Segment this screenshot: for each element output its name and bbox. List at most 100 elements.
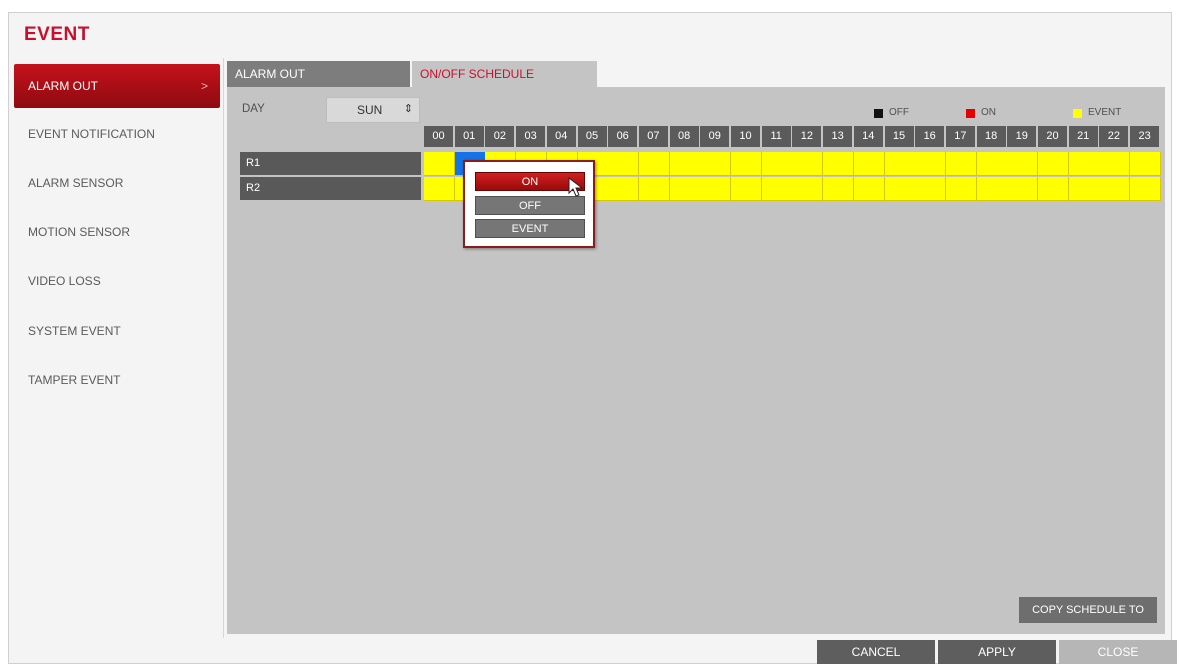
hour-label-18: 18 <box>976 126 1006 147</box>
schedule-cell[interactable] <box>945 177 977 201</box>
schedule-cell[interactable] <box>976 177 1008 201</box>
hour-label-20: 20 <box>1038 126 1067 147</box>
legend-on-swatch <box>966 109 975 118</box>
schedule-cell[interactable] <box>424 152 455 176</box>
schedule-cell[interactable] <box>1068 152 1100 176</box>
close-button[interactable]: CLOSE <box>1059 640 1177 664</box>
schedule-cell[interactable] <box>638 152 670 176</box>
sidebar-item-label: SYSTEM EVENT <box>28 324 121 338</box>
schedule-cell[interactable] <box>669 177 701 201</box>
schedule-cell[interactable] <box>1099 177 1131 201</box>
legend-off-swatch <box>874 109 883 118</box>
schedule-cell[interactable] <box>608 177 640 201</box>
sidebar-item-label: MOTION SENSOR <box>28 225 131 239</box>
day-select[interactable]: SUN ⇕ <box>326 97 420 123</box>
hour-label-15: 15 <box>884 126 914 147</box>
day-label: DAY <box>242 103 265 115</box>
schedule-cell[interactable] <box>731 152 762 176</box>
tab-on-off-schedule[interactable]: ON/OFF SCHEDULE <box>412 61 597 87</box>
schedule-cell[interactable] <box>761 152 793 176</box>
hour-label-05: 05 <box>577 126 607 147</box>
schedule-cell[interactable] <box>976 152 1008 176</box>
schedule-cell[interactable] <box>761 177 793 201</box>
cancel-button[interactable]: CANCEL <box>817 640 935 664</box>
sidebar-item-system-event[interactable]: SYSTEM EVENT <box>14 309 220 353</box>
page-title: EVENT <box>24 24 90 45</box>
schedule-cell[interactable] <box>823 152 855 176</box>
hour-label-09: 09 <box>700 126 730 147</box>
sidebar-item-label: ALARM OUT <box>28 79 99 93</box>
hour-label-12: 12 <box>792 126 822 147</box>
hour-label-01: 01 <box>454 126 484 147</box>
schedule-cell[interactable] <box>700 152 732 176</box>
mouse-cursor-icon <box>568 177 584 197</box>
hour-label-04: 04 <box>546 126 576 147</box>
hour-label-17: 17 <box>945 126 975 147</box>
schedule-cell[interactable] <box>792 177 824 201</box>
sidebar-item-event-notification[interactable]: EVENT NOTIFICATION <box>14 112 220 156</box>
schedule-cell[interactable] <box>823 177 855 201</box>
hour-label-08: 08 <box>669 126 699 147</box>
legend-event-label: EVENT <box>1088 107 1122 118</box>
schedule-cell[interactable] <box>853 152 885 176</box>
schedule-cell[interactable] <box>638 177 670 201</box>
hour-label-23: 23 <box>1130 126 1160 147</box>
legend-off-label: OFF <box>889 107 909 118</box>
hour-label-21: 21 <box>1068 126 1098 147</box>
hour-label-16: 16 <box>915 126 945 147</box>
sidebar-divider <box>223 58 224 638</box>
schedule-cell[interactable] <box>884 177 916 201</box>
schedule-cell[interactable] <box>1130 177 1162 201</box>
mode-popup: ON OFF EVENT <box>463 160 595 248</box>
sidebar-item-video-loss[interactable]: VIDEO LOSS <box>14 259 220 303</box>
schedule-cell[interactable] <box>1038 177 1069 201</box>
schedule-cell[interactable] <box>915 152 947 176</box>
sidebar-item-tamper-event[interactable]: TAMPER EVENT <box>14 358 220 402</box>
schedule-cell[interactable] <box>608 152 640 176</box>
hour-label-14: 14 <box>853 126 883 147</box>
schedule-cell[interactable] <box>945 152 977 176</box>
legend-on-label: ON <box>981 107 996 118</box>
sidebar-item-alarm-out[interactable]: ALARM OUT > <box>14 64 220 108</box>
hour-label-19: 19 <box>1007 126 1037 147</box>
sidebar-item-label: EVENT NOTIFICATION <box>28 127 155 141</box>
schedule-cell[interactable] <box>915 177 947 201</box>
hour-label-02: 02 <box>485 126 515 147</box>
schedule-cell[interactable] <box>1007 177 1039 201</box>
schedule-cell[interactable] <box>1038 152 1069 176</box>
hour-label-11: 11 <box>761 126 791 147</box>
schedule-cell[interactable] <box>669 152 701 176</box>
row-label-r1: R1 <box>240 152 421 175</box>
schedule-cell[interactable] <box>853 177 885 201</box>
apply-button[interactable]: APPLY <box>938 640 1056 664</box>
up-down-arrow-icon: ⇕ <box>403 103 413 115</box>
schedule-cell[interactable] <box>1068 177 1100 201</box>
sidebar-item-label: TAMPER EVENT <box>28 373 121 387</box>
schedule-cell[interactable] <box>1099 152 1131 176</box>
hour-label-07: 07 <box>638 126 668 147</box>
hour-label-06: 06 <box>608 126 638 147</box>
popup-event-option[interactable]: EVENT <box>475 219 585 238</box>
schedule-cell[interactable] <box>1007 152 1039 176</box>
legend-event-swatch <box>1073 109 1082 118</box>
schedule-cell[interactable] <box>792 152 824 176</box>
schedule-cell[interactable] <box>700 177 732 201</box>
chevron-right-icon: > <box>200 79 208 93</box>
hour-label-00: 00 <box>424 126 453 147</box>
schedule-cell[interactable] <box>424 177 455 201</box>
sidebar-item-label: VIDEO LOSS <box>28 274 101 288</box>
hour-label-22: 22 <box>1099 126 1129 147</box>
schedule-cell[interactable] <box>1130 152 1162 176</box>
day-select-value: SUN <box>357 103 383 117</box>
copy-schedule-button[interactable]: COPY SCHEDULE TO <box>1019 597 1157 623</box>
hour-label-13: 13 <box>823 126 853 147</box>
hour-label-03: 03 <box>516 126 546 147</box>
hour-label-10: 10 <box>731 126 760 147</box>
sidebar-item-motion-sensor[interactable]: MOTION SENSOR <box>14 210 220 254</box>
sidebar-item-label: ALARM SENSOR <box>28 176 124 190</box>
schedule-cell[interactable] <box>731 177 762 201</box>
tab-alarm-out[interactable]: ALARM OUT <box>227 61 410 87</box>
row-label-r2: R2 <box>240 177 421 200</box>
sidebar-item-alarm-sensor[interactable]: ALARM SENSOR <box>14 161 220 205</box>
schedule-cell[interactable] <box>884 152 916 176</box>
